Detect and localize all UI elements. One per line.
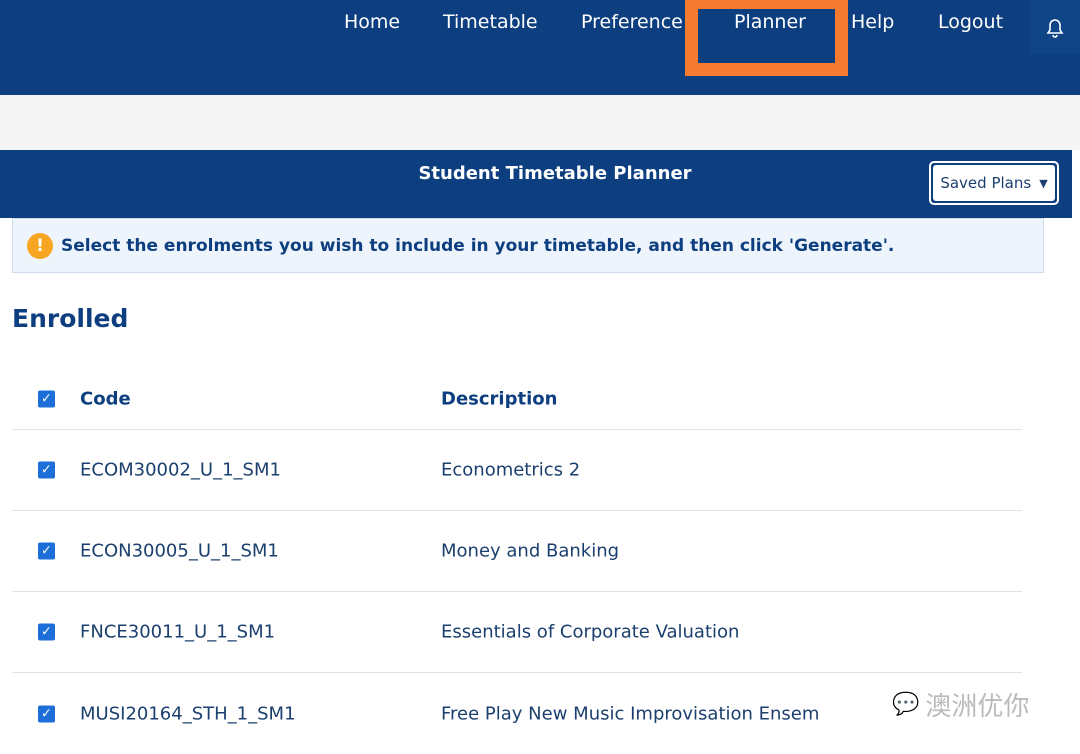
row-description: Free Play New Music Improvisation Ensem: [441, 703, 820, 724]
column-description: Description: [441, 388, 558, 409]
nav-planner[interactable]: Planner: [734, 11, 806, 33]
row-code: ECOM30002_U_1_SM1: [80, 459, 281, 481]
table-row: ✓ ECON30005_U_1_SM1 Money and Banking: [12, 511, 1022, 592]
page-title: Student Timetable Planner: [418, 163, 692, 184]
saved-plans-label: Saved Plans: [940, 174, 1032, 192]
spacer-band: [0, 95, 1080, 150]
info-alert: ! Select the enrolments you wish to incl…: [12, 218, 1044, 273]
watermark: 💬 澳洲优你: [892, 686, 1029, 723]
chat-bubbles-icon: 💬: [892, 692, 920, 717]
caret-down-icon: ▼: [1039, 176, 1048, 190]
row-code: ECON30005_U_1_SM1: [80, 540, 279, 562]
nav-home[interactable]: Home: [344, 11, 400, 33]
column-code: Code: [80, 388, 131, 409]
nav-timetable[interactable]: Timetable: [443, 11, 538, 33]
top-nav: Home Timetable Preference Planner Help L…: [0, 0, 1080, 95]
watermark-text: 澳洲优你: [925, 692, 1030, 722]
row-checkbox[interactable]: ✓: [38, 461, 55, 479]
notifications-button[interactable]: [1030, 0, 1080, 55]
row-checkbox[interactable]: ✓: [38, 705, 55, 722]
nav-help[interactable]: Help: [851, 11, 894, 33]
warning-icon: !: [27, 232, 53, 259]
saved-plans-dropdown[interactable]: Saved Plans ▼: [929, 161, 1059, 205]
nav-logout[interactable]: Logout: [938, 11, 1003, 33]
section-heading: Enrolled: [12, 304, 129, 333]
row-checkbox[interactable]: ✓: [38, 623, 55, 641]
table-row: ✓ MUSI20164_STH_1_SM1 Free Play New Musi…: [12, 673, 1022, 754]
row-description: Essentials of Corporate Valuation: [441, 621, 740, 643]
alert-text: Select the enrolments you wish to includ…: [61, 235, 895, 256]
row-description: Money and Banking: [441, 540, 620, 562]
row-code: MUSI20164_STH_1_SM1: [80, 703, 296, 724]
table-row: ✓ FNCE30011_U_1_SM1 Essentials of Corpor…: [12, 592, 1022, 673]
table-row: ✓ ECOM30002_U_1_SM1 Econometrics 2: [12, 430, 1022, 511]
nav-preference[interactable]: Preference: [581, 11, 683, 33]
planner-header: Student Timetable Planner Saved Plans ▼: [0, 150, 1072, 218]
select-all-checkbox[interactable]: ✓: [38, 390, 55, 407]
bell-icon: [1046, 18, 1064, 38]
row-code: FNCE30011_U_1_SM1: [80, 621, 276, 643]
row-description: Econometrics 2: [441, 459, 581, 481]
row-checkbox[interactable]: ✓: [38, 542, 55, 560]
table-header: ✓ Code Description: [12, 368, 1022, 430]
